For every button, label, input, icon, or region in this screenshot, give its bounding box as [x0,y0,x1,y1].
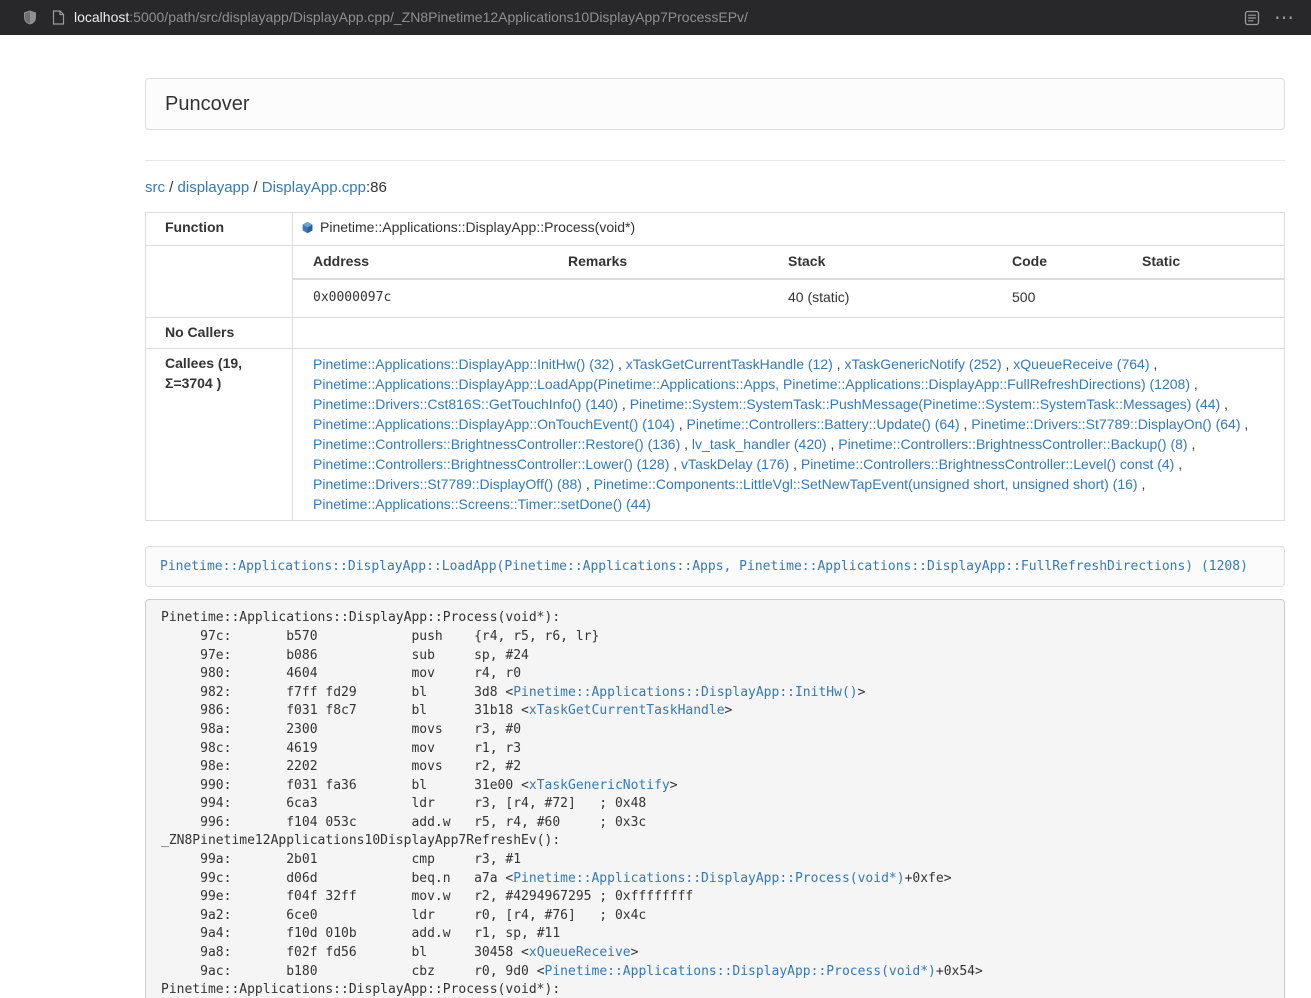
details-cell: AddressRemarksStackCodeStatic 0x0000097c… [293,246,1285,318]
callee-link[interactable]: Pinetime::Applications::DisplayApp::OnTo… [313,416,675,432]
callee-link[interactable]: Pinetime::Controllers::BrightnessControl… [838,436,1187,452]
callee-link[interactable]: Pinetime::Applications::DisplayApp::Init… [313,356,614,372]
breadcrumb-link[interactable]: displayapp [178,179,250,196]
static-value [1122,279,1284,317]
callee-link[interactable]: Pinetime::Controllers::BrightnessControl… [313,456,669,472]
callee-link[interactable]: xQueueReceive (764) [1013,356,1149,372]
address-value: 0x0000097c [293,279,548,317]
code-symbol-link[interactable]: xQueueReceive [529,945,631,960]
function-label: Function [146,213,293,246]
stack-value: 40 (static) [768,279,992,317]
callee-link[interactable]: Pinetime::System::SystemTask::PushMessag… [630,396,1221,412]
function-table: Function Pinetime::Applications::Display… [145,212,1285,521]
column-header-code: Code [992,246,1122,279]
function-name-cell: Pinetime::Applications::DisplayApp::Proc… [293,213,1285,246]
remarks-value [548,279,768,317]
callee-link[interactable]: Pinetime::Controllers::BrightnessControl… [313,436,680,452]
code-symbol-link[interactable]: Pinetime::Applications::DisplayApp::Proc… [545,964,936,979]
callee-link[interactable]: Pinetime::Drivers::St7789::DisplayOn() (… [971,416,1240,432]
reader-view-icon[interactable] [1244,10,1260,26]
url-path: :5000/path/src/displayapp/DisplayApp.cpp… [129,8,748,28]
callee-link[interactable]: Pinetime::Drivers::St7789::DisplayOff() … [313,476,582,492]
code-value: 500 [992,279,1122,317]
details-row: AddressRemarksStackCodeStatic 0x0000097c… [146,246,1285,318]
app-title-panel: Puncover [145,78,1285,130]
function-name: Pinetime::Applications::DisplayApp::Proc… [320,219,635,235]
breadcrumb-link[interactable]: src [145,179,165,196]
shield-icon[interactable] [22,9,38,26]
breadcrumb-link[interactable]: DisplayApp.cpp [262,179,366,196]
callees-list: Pinetime::Applications::DisplayApp::Init… [293,349,1285,521]
disassembly-block: Pinetime::Applications::DisplayApp::Proc… [145,599,1285,998]
column-header-remarks: Remarks [548,246,768,279]
function-type-icon [301,220,314,240]
url-host: localhost [74,8,129,28]
callee-link[interactable]: Pinetime::Applications::DisplayApp::Load… [313,376,1190,392]
breadcrumb-separator: / [249,179,262,196]
details-value-row: 0x0000097c 40 (static) 500 [293,279,1284,317]
browser-toolbar: localhost:5000/path/src/displayapp/Displ… [0,0,1311,35]
details-header-row: AddressRemarksStackCodeStatic [293,246,1284,279]
code-symbol-link[interactable]: xTaskGenericNotify [529,778,670,793]
code-symbol-link[interactable]: xTaskGetCurrentTaskHandle [529,703,725,718]
column-header-address: Address [293,246,548,279]
breadcrumb-line-number: :86 [366,179,387,196]
no-callers-row: No Callers [146,318,1285,349]
callees-label: Callees (19, Σ=3704 ) [146,349,293,521]
callee-link[interactable]: Pinetime::Controllers::Battery::Update()… [687,416,960,432]
callee-link[interactable]: Pinetime::Drivers::Cst816S::GetTouchInfo… [313,396,618,412]
callees-row: Callees (19, Σ=3704 ) Pinetime::Applicat… [146,349,1285,521]
highlighted-symbol-link[interactable]: Pinetime::Applications::DisplayApp::Load… [160,559,1248,574]
column-header-static: Static [1122,246,1284,279]
function-row: Function Pinetime::Applications::Display… [146,213,1285,246]
callee-link[interactable]: Pinetime::Components::LittleVgl::SetNewT… [594,476,1138,492]
url-bar[interactable]: localhost:5000/path/src/displayapp/Displ… [52,8,1244,28]
breadcrumb: src / displayapp / DisplayApp.cpp:86 [145,177,1285,198]
callee-link[interactable]: xTaskGenericNotify (252) [844,356,1001,372]
app-title: Puncover [165,90,250,119]
code-symbol-link[interactable]: Pinetime::Applications::DisplayApp::Proc… [513,871,904,886]
breadcrumb-separator: / [165,179,178,196]
function-details-table: AddressRemarksStackCodeStatic 0x0000097c… [293,246,1284,317]
callee-link[interactable]: xTaskGetCurrentTaskHandle (12) [626,356,833,372]
highlighted-symbol-box: Pinetime::Applications::DisplayApp::Load… [145,546,1285,587]
no-callers-label: No Callers [146,318,293,349]
details-row-spacer [146,246,293,318]
overflow-menu-icon[interactable]: ⋯ [1274,8,1295,28]
no-callers-cell [293,318,1285,349]
callee-link[interactable]: lv_task_handler (420) [692,436,827,452]
code-symbol-link[interactable]: Pinetime::Applications::DisplayApp::Init… [513,685,857,700]
callee-link[interactable]: Pinetime::Applications::Screens::Timer::… [313,496,651,512]
divider [145,160,1285,161]
column-header-stack: Stack [768,246,992,279]
page-icon[interactable] [52,10,65,25]
main-content: Puncover src / displayapp / DisplayApp.c… [145,78,1285,998]
callee-link[interactable]: Pinetime::Controllers::BrightnessControl… [801,456,1174,472]
callee-link[interactable]: vTaskDelay (176) [681,456,789,472]
